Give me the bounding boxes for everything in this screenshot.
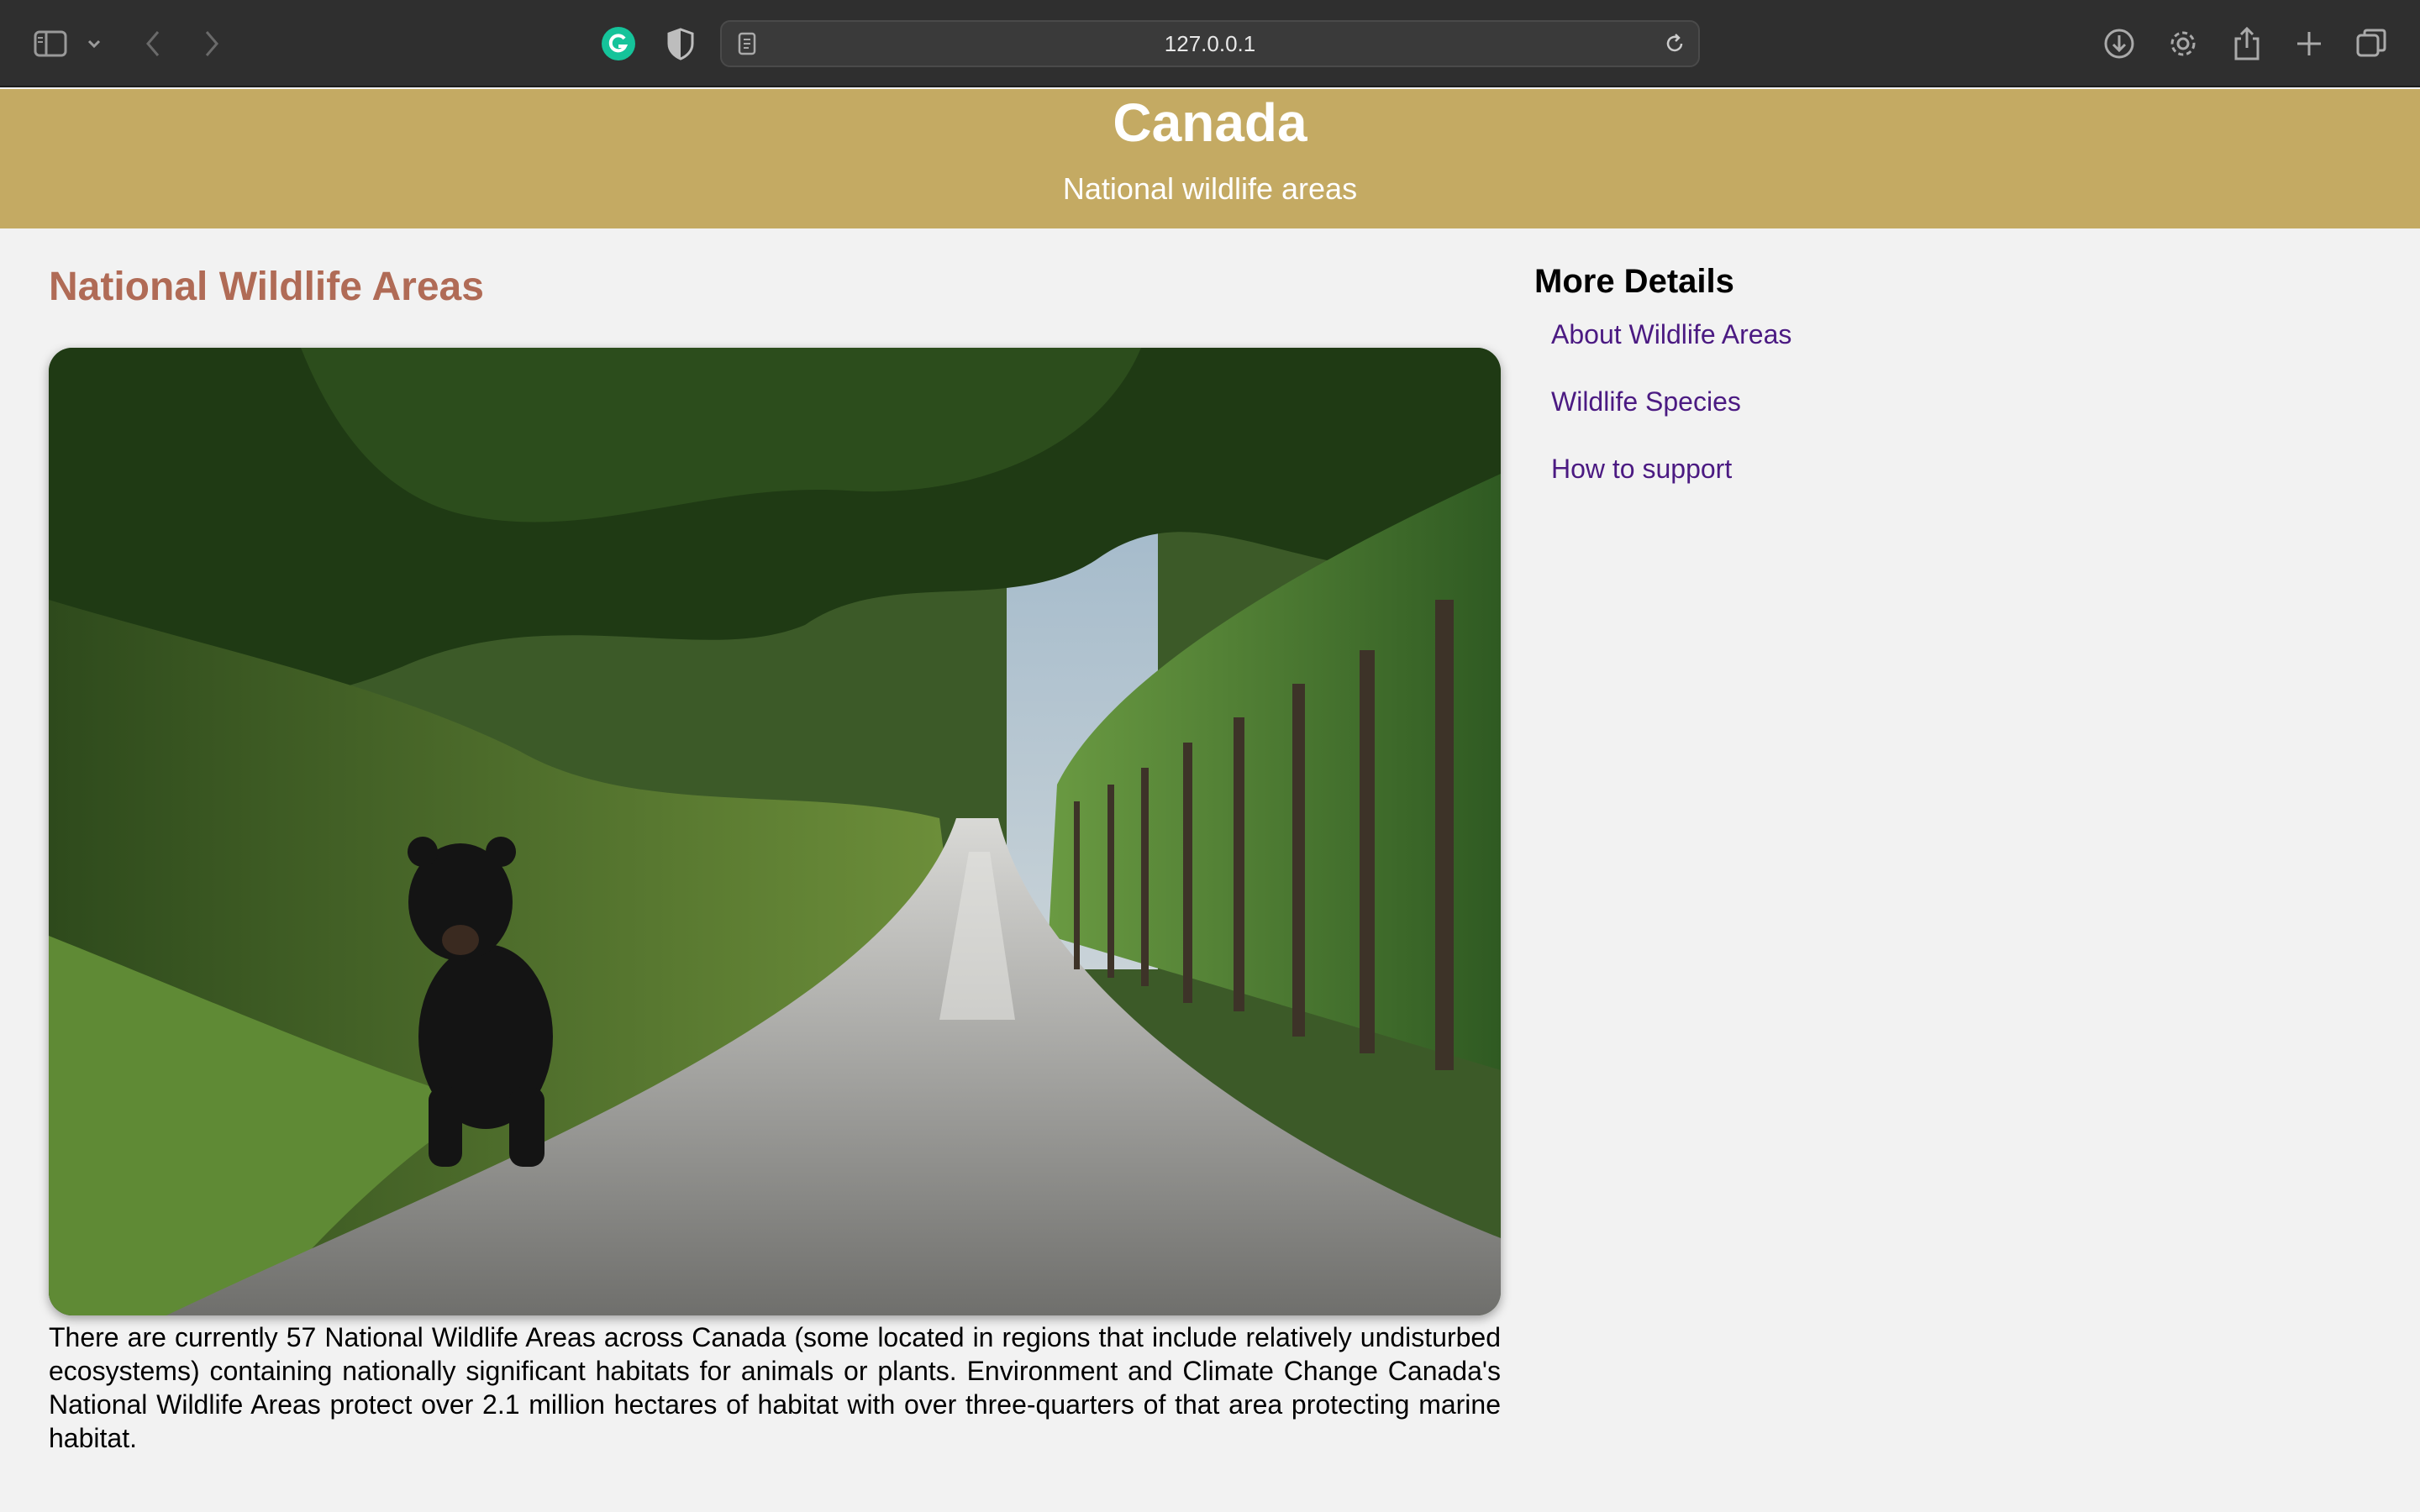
tabs-overview-icon[interactable] [2351, 24, 2391, 64]
new-tab-icon[interactable] [2289, 24, 2329, 64]
download-icon[interactable] [2099, 24, 2139, 64]
link-about-wildlife-areas[interactable]: About Wildlife Areas [1551, 318, 1791, 351]
link-how-to-support[interactable]: How to support [1551, 452, 1732, 486]
site-header: Canada National wildlife areas [0, 89, 2420, 228]
site-subtitle: National wildlife areas [1062, 171, 1358, 206]
grammarly-icon[interactable] [598, 24, 639, 64]
address-bar[interactable]: 127.0.0.1 [720, 20, 1700, 67]
gear-icon[interactable] [2163, 24, 2203, 64]
link-wildlife-species[interactable]: Wildlife Species [1551, 385, 1741, 418]
site-title: Canada [1113, 92, 1307, 153]
back-icon[interactable] [133, 24, 173, 64]
chevron-down-icon[interactable] [77, 24, 111, 64]
url-text[interactable]: 127.0.0.1 [722, 22, 1698, 66]
shield-icon[interactable] [660, 24, 701, 64]
sidebar-icon[interactable] [30, 24, 71, 64]
reload-icon[interactable] [1663, 32, 1686, 60]
intro-paragraph: There are currently 57 National Wildlife… [49, 1322, 1501, 1453]
main-heading: National Wildlife Areas [49, 265, 484, 309]
share-icon[interactable] [2227, 24, 2267, 64]
hero-image-bear-on-path [49, 348, 1501, 1315]
browser-toolbar: 127.0.0.1 [0, 0, 2420, 87]
forward-icon[interactable] [192, 24, 232, 64]
sidebar-heading: More Details [1534, 263, 1734, 300]
